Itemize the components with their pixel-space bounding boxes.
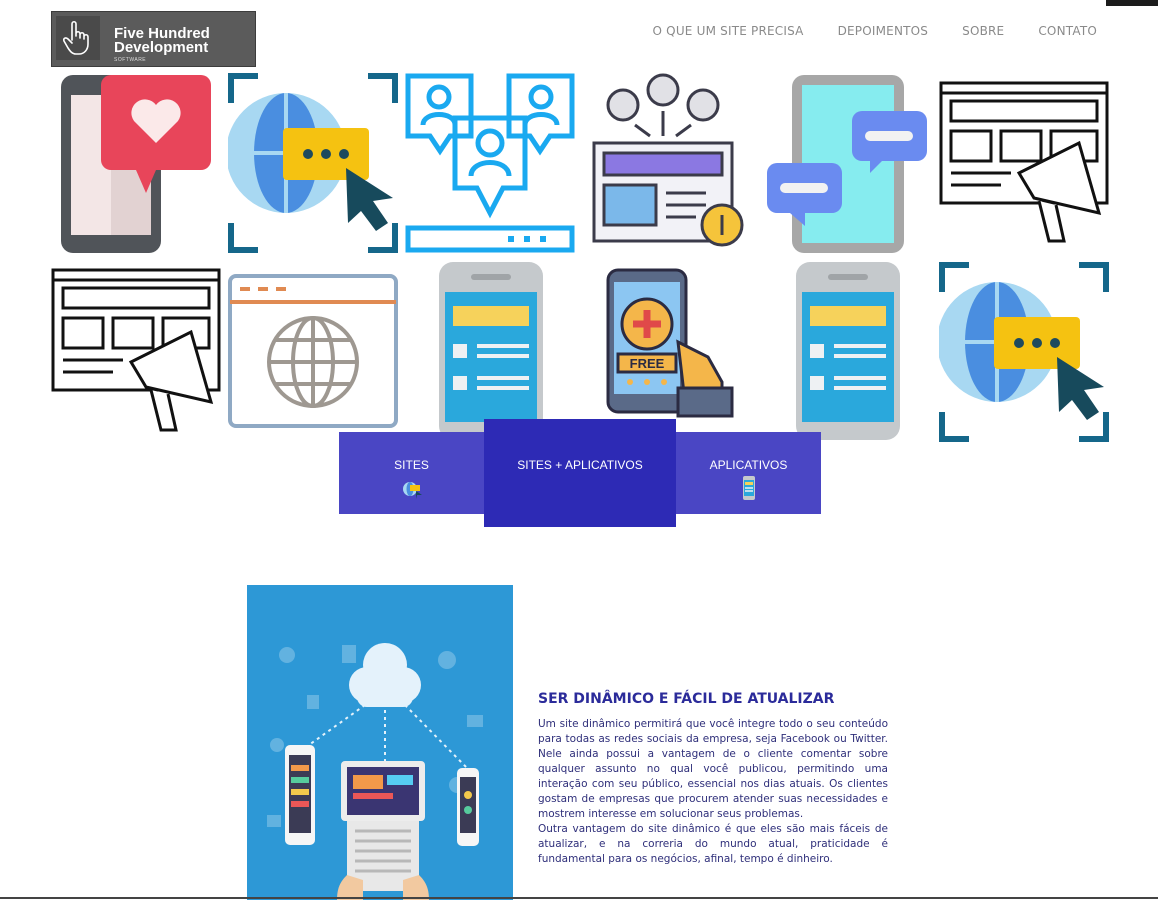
tab-aplicativos-label: APLICATIVOS <box>709 458 788 472</box>
logo[interactable]: Five Hundred Development SOFTWARE <box>51 11 256 67</box>
tab-sites[interactable]: SITES <box>339 432 484 514</box>
bottom-divider <box>0 897 1158 899</box>
phone-list-icon-2 <box>796 262 900 440</box>
brand-tagline: SOFTWARE <box>114 57 147 63</box>
tab-sites-aplicativos[interactable]: SITES + APLICATIVOS <box>484 419 676 527</box>
phone-small-icon <box>742 476 755 500</box>
section-paragraph-1: Um site dinâmico permitirá que você inte… <box>538 718 888 820</box>
tab-sites-aplicativos-label: SITES + APLICATIVOS <box>517 458 643 472</box>
content-feed-icon <box>592 73 744 247</box>
tab-aplicativos[interactable]: APLICATIVOS <box>676 432 821 514</box>
globe-chat-icon-2 <box>939 262 1109 442</box>
cloud-devices-illustration <box>247 585 513 900</box>
section-body: Um site dinâmico permitirá que você inte… <box>538 717 888 867</box>
browser-globe-icon <box>228 274 398 428</box>
nav-link-sobre[interactable]: SOBRE <box>962 24 1004 38</box>
nav-link-depoimentos[interactable]: DEPOIMENTOS <box>838 24 929 38</box>
section-title: SER DINÂMICO E FÁCIL DE ATUALIZAR <box>538 691 835 707</box>
webpage-megaphone-icon <box>939 81 1109 243</box>
top-edge-bar <box>1106 0 1158 6</box>
webpage-megaphone-icon-2 <box>51 268 221 432</box>
pointing-hand-icon <box>56 16 100 60</box>
globe-chat-icon <box>228 73 398 253</box>
brand-name-line2: Development <box>114 39 209 56</box>
tab-sites-label: SITES <box>394 458 429 472</box>
user-profiles-icon <box>405 73 575 253</box>
phone-chat-icon <box>767 75 927 253</box>
main-nav: O QUE UM SITE PRECISA DEPOIMENTOS SOBRE … <box>653 24 1097 38</box>
nav-link-o-que-um-site-precisa[interactable]: O QUE UM SITE PRECISA <box>653 24 804 38</box>
globe-chat-small-icon <box>402 482 422 499</box>
nav-link-contato[interactable]: CONTATO <box>1038 24 1097 38</box>
section-paragraph-2: Outra vantagem do site dinâmico é que el… <box>538 823 888 865</box>
phone-free-app-icon: FREE <box>606 268 734 418</box>
phone-list-icon <box>439 262 543 440</box>
free-badge-text: FREE <box>630 356 665 371</box>
phone-heart-icon <box>61 75 211 253</box>
